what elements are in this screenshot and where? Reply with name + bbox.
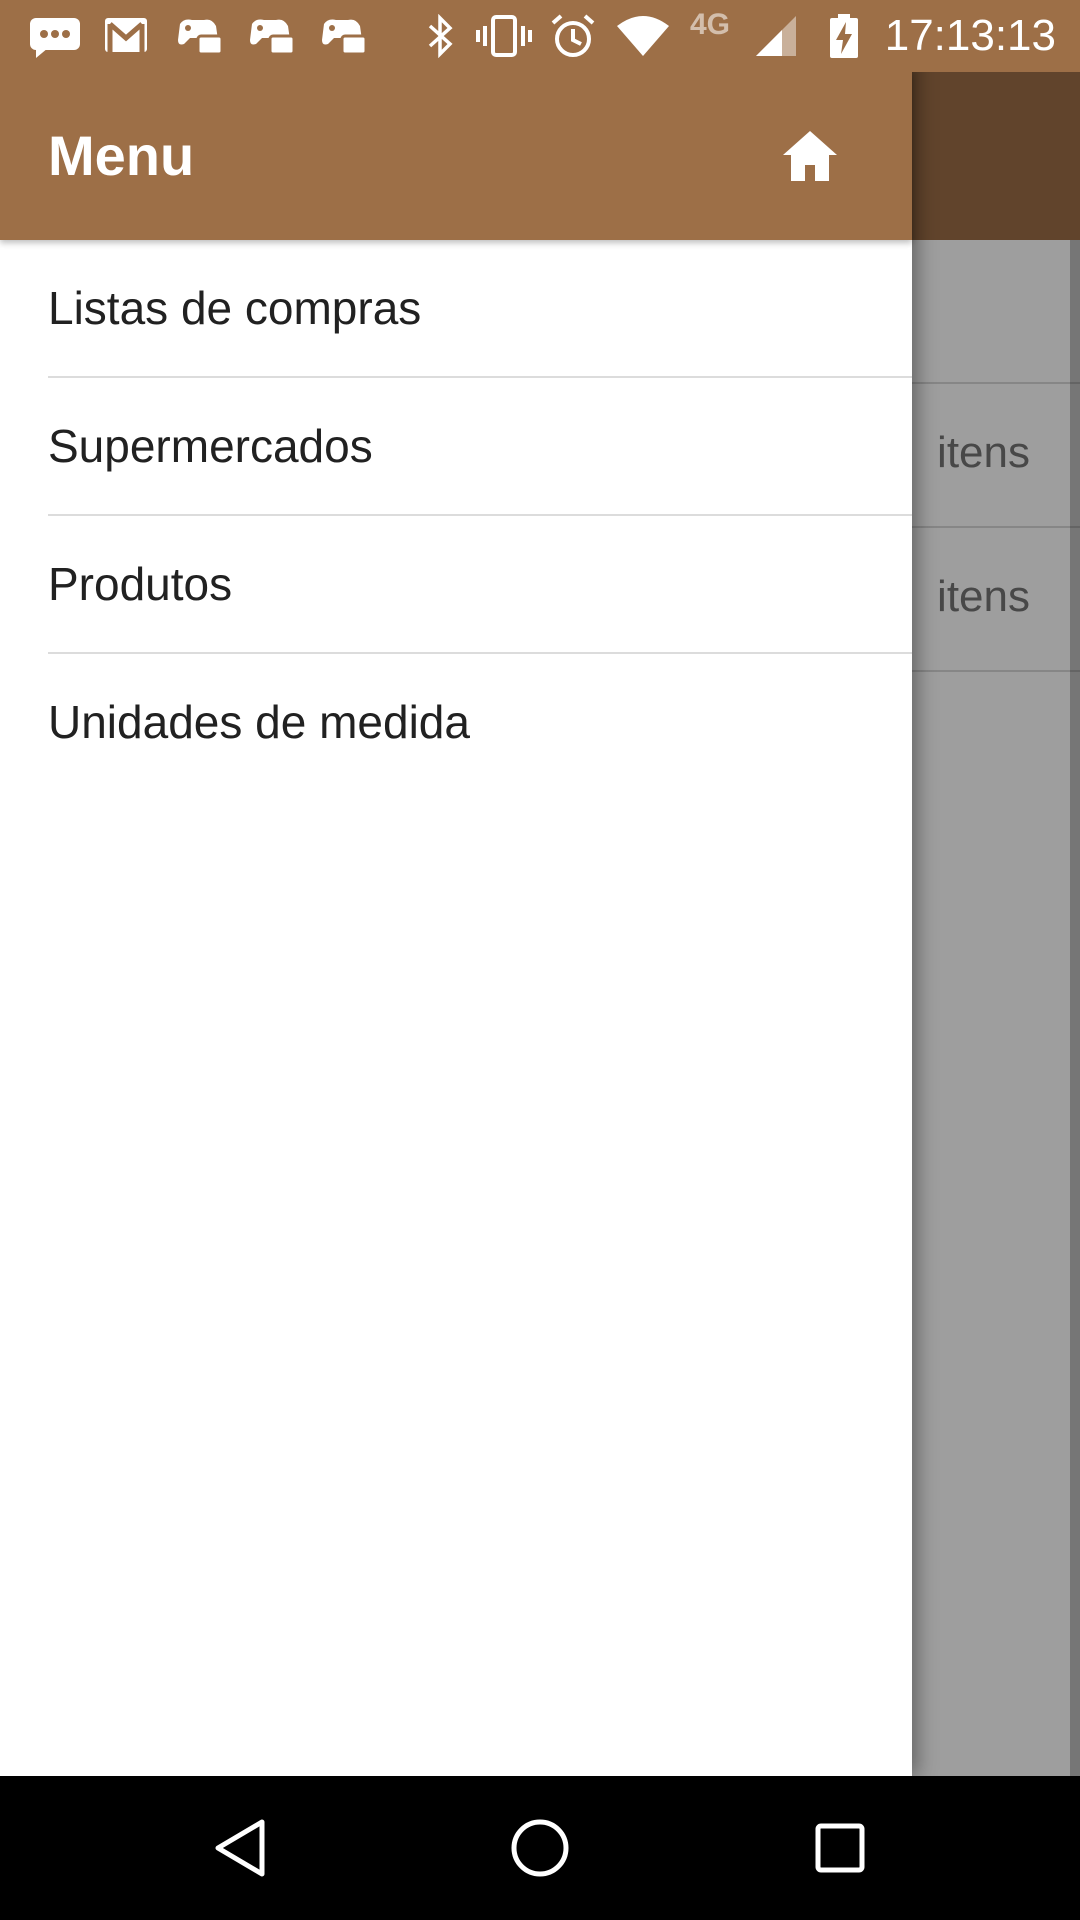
game-controller-icon: [322, 19, 368, 56]
drawer-header: Menu: [0, 72, 912, 240]
screen: itens itens 4G 17:13:13 Menu Listas de c…: [0, 0, 1080, 1920]
gmail-icon: [105, 18, 147, 52]
menu-item-unidades-de-medida[interactable]: Unidades de medida: [0, 654, 912, 792]
menu-item-produtos[interactable]: Produtos: [0, 516, 912, 654]
navigation-drawer: Menu Listas de compras Supermercados Pro…: [0, 0, 912, 1776]
battery-charging-icon: [830, 14, 858, 58]
menu-item-label: Produtos: [48, 558, 233, 610]
cell-signal-icon: [756, 16, 796, 56]
game-controller-icon: [178, 19, 224, 56]
menu-item-listas-de-compras[interactable]: Listas de compras: [0, 240, 912, 378]
status-bar: 4G 17:13:13: [0, 0, 1080, 72]
alarm-icon: [551, 14, 595, 57]
game-controller-icon: [250, 19, 296, 56]
drawer-title: Menu: [48, 124, 195, 187]
messaging-icon: [30, 18, 80, 58]
network-type-label: 4G: [690, 8, 731, 41]
home-circle-icon: [511, 1819, 569, 1877]
menu-item-supermercados[interactable]: Supermercados: [0, 378, 912, 516]
menu-item-label: Supermercados: [48, 420, 373, 472]
bluetooth-icon: [428, 14, 453, 58]
status-clock: 17:13:13: [884, 11, 1056, 60]
home-icon: [783, 131, 837, 181]
home-button[interactable]: [770, 116, 850, 196]
wifi-icon: [617, 16, 669, 56]
menu-item-label: Listas de compras: [48, 282, 422, 334]
vibrate-icon: [476, 15, 532, 57]
back-button[interactable]: [200, 1808, 280, 1888]
home-nav-button[interactable]: [500, 1808, 580, 1888]
recents-icon: [815, 1823, 865, 1873]
scrollbar: [1070, 240, 1080, 1776]
recents-button[interactable]: [800, 1808, 880, 1888]
drawer-menu: Listas de compras Supermercados Produtos…: [0, 240, 912, 792]
back-icon: [215, 1819, 265, 1877]
menu-item-label: Unidades de medida: [48, 696, 470, 748]
system-nav-bar: [0, 1776, 1080, 1920]
